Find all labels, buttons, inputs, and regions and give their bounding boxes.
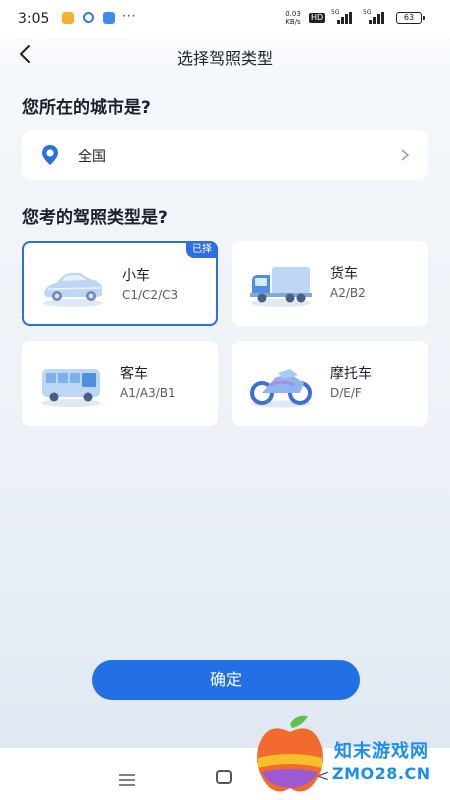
license-codes: C1/C2/C3 bbox=[122, 288, 179, 302]
license-card-car[interactable]: 已择 小车 C1/C2/C3 bbox=[22, 241, 218, 326]
license-name: 客车 bbox=[120, 366, 148, 382]
more-notifications: ··· bbox=[122, 9, 137, 23]
notification-app-icon bbox=[103, 12, 115, 24]
recent-apps-button[interactable] bbox=[118, 771, 136, 786]
license-name: 货车 bbox=[330, 266, 358, 282]
license-card-truck[interactable]: 货车 A2/B2 bbox=[232, 241, 428, 326]
city-value: 全国 bbox=[78, 149, 106, 165]
motorcycle-icon bbox=[248, 359, 314, 409]
page-title: 选择驾照类型 bbox=[176, 49, 273, 68]
city-selector[interactable]: 全国 bbox=[22, 130, 428, 180]
chevron-right-icon bbox=[398, 147, 412, 163]
home-button[interactable] bbox=[216, 770, 232, 784]
watermark-logo bbox=[250, 714, 330, 798]
status-time: 3:05 bbox=[18, 11, 50, 27]
signal-type-label: 5G bbox=[331, 9, 340, 16]
license-card-motorcycle[interactable]: 摩托车 D/E/F bbox=[232, 341, 428, 426]
network-speed: 0.03 KB/s bbox=[282, 10, 304, 26]
notification-app-icon bbox=[62, 12, 74, 24]
license-card-bus[interactable]: 客车 A1/A3/B1 bbox=[22, 341, 218, 426]
selected-badge: 已择 bbox=[186, 241, 218, 258]
watermark-text: 知末游戏网 bbox=[334, 741, 429, 762]
signal-icon: 5G bbox=[363, 9, 384, 24]
license-codes: A1/A3/B1 bbox=[120, 386, 176, 400]
license-codes: D/E/F bbox=[330, 386, 362, 400]
hd-voice-badge: HD bbox=[309, 13, 326, 23]
location-pin-icon bbox=[38, 143, 62, 167]
signal-icon: 5G bbox=[331, 9, 352, 24]
bus-icon bbox=[38, 359, 104, 409]
network-speed-value: 0.03 bbox=[285, 10, 301, 18]
car-icon bbox=[40, 261, 106, 311]
signal-type-label: 5G bbox=[363, 9, 372, 16]
watermark-url: ZMO28.CN bbox=[332, 764, 431, 783]
city-heading: 您所在的城市是? bbox=[22, 98, 151, 118]
battery-icon: 63 bbox=[396, 12, 425, 24]
status-bar: 3:05 ··· 0.03 KB/s HD 5G 5G 63 bbox=[0, 0, 450, 38]
nav-header: 选择驾照类型 bbox=[0, 38, 450, 72]
confirm-button[interactable]: 确定 bbox=[92, 660, 360, 700]
license-name: 摩托车 bbox=[330, 366, 372, 382]
network-speed-unit: KB/s bbox=[285, 18, 301, 26]
license-name: 小车 bbox=[122, 268, 150, 284]
notification-app-icon bbox=[83, 12, 94, 23]
license-heading: 您考的驾照类型是? bbox=[22, 208, 168, 228]
license-codes: A2/B2 bbox=[330, 286, 366, 300]
truck-icon bbox=[248, 259, 314, 309]
